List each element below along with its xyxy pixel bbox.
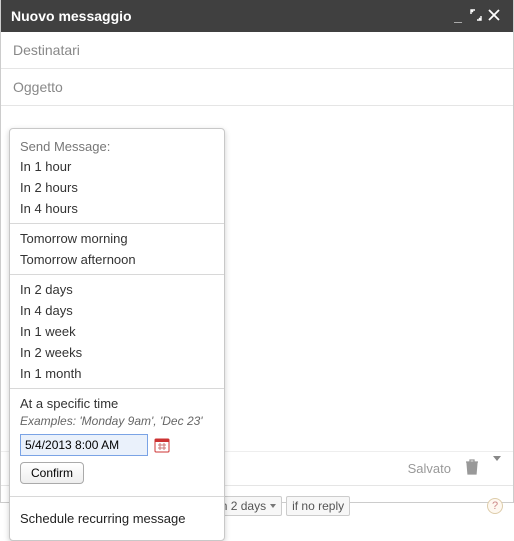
boomerang-schedule-value: in 2 days [218, 499, 266, 513]
recipients-placeholder: Destinatari [13, 42, 80, 58]
schedule-option[interactable]: In 4 hours [10, 198, 224, 219]
chevron-down-icon [493, 456, 501, 476]
boomerang-condition-value: if no reply [292, 499, 344, 513]
calendar-icon[interactable] [154, 437, 170, 453]
confirm-button[interactable]: Confirm [20, 462, 84, 484]
schedule-option[interactable]: In 2 days [10, 279, 224, 300]
more-options-button[interactable] [493, 461, 501, 476]
chevron-down-icon [270, 504, 276, 508]
schedule-option[interactable]: Tomorrow morning [10, 228, 224, 249]
schedule-option[interactable]: In 2 weeks [10, 342, 224, 363]
specific-time-label: At a specific time [10, 393, 224, 414]
specific-time-input[interactable] [20, 434, 148, 456]
schedule-recurring-option[interactable]: Schedule recurring message [10, 501, 224, 536]
schedule-option[interactable]: In 1 week [10, 321, 224, 342]
help-icon[interactable]: ? [487, 498, 503, 514]
schedule-popup: Send Message: In 1 hour In 2 hours In 4 … [9, 128, 225, 541]
saved-status: Salvato [408, 461, 451, 476]
close-icon[interactable] [485, 8, 503, 24]
window-title: Nuovo messaggio [11, 8, 132, 24]
discard-icon[interactable] [465, 459, 479, 478]
titlebar: Nuovo messaggio _ [1, 0, 513, 32]
schedule-option[interactable]: In 2 hours [10, 177, 224, 198]
recipients-field[interactable]: Destinatari [1, 32, 513, 69]
specific-time-examples: Examples: 'Monday 9am', 'Dec 23' [10, 414, 224, 432]
schedule-option[interactable]: In 1 month [10, 363, 224, 384]
schedule-popup-header: Send Message: [10, 133, 224, 156]
compose-window: Nuovo messaggio _ Destinatari Oggetto Sa… [0, 0, 514, 503]
schedule-option[interactable]: In 4 days [10, 300, 224, 321]
schedule-option[interactable]: Tomorrow afternoon [10, 249, 224, 270]
subject-placeholder: Oggetto [13, 79, 63, 95]
subject-field[interactable]: Oggetto [1, 69, 513, 106]
minimize-icon[interactable]: _ [449, 8, 467, 24]
schedule-option[interactable]: In 1 hour [10, 156, 224, 177]
boomerang-condition-dropdown[interactable]: if no reply [286, 496, 350, 516]
expand-icon[interactable] [467, 8, 485, 24]
